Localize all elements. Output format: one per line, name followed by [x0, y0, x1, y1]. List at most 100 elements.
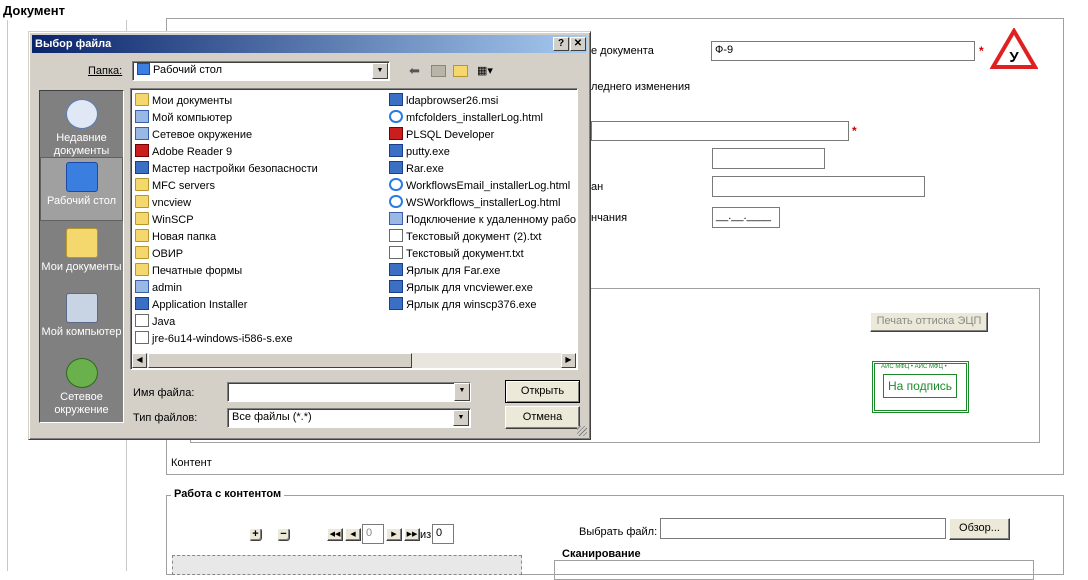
file-item[interactable]: WorkflowsEmail_installerLog.html	[389, 178, 570, 194]
file-item[interactable]: vncview	[135, 195, 191, 211]
place-recent[interactable]: Недавние документы	[40, 95, 123, 159]
prev-page-button[interactable]: ◀	[345, 528, 361, 541]
folder-file-icon	[135, 212, 149, 225]
places-bar: Недавние документы Рабочий стол Мои доку…	[39, 90, 124, 423]
filetype-select[interactable]: Все файлы (*.*) ▼	[227, 408, 471, 428]
file-list[interactable]: Мои документы Мой компьютер Сетевое окруже…	[130, 88, 578, 370]
doc-name-field[interactable]: Ф-9	[711, 41, 975, 61]
filename-dropdown-icon[interactable]: ▼	[454, 383, 470, 401]
place-network[interactable]: Сетевое окружение	[40, 354, 123, 418]
scan-legend: Сканирование	[559, 548, 644, 560]
new-folder-icon[interactable]	[453, 65, 468, 77]
file-item[interactable]: Мои документы	[135, 93, 232, 109]
file-item-name: Ярлык для winscp376.exe	[406, 299, 537, 311]
name-field[interactable]	[591, 121, 849, 141]
file-dialog: Выбор файла ? ✕ Папка: Рабочий стол ▼ ⬅ …	[28, 31, 591, 440]
file-item[interactable]: Adobe Reader 9	[135, 144, 232, 160]
folder-select[interactable]: Рабочий стол ▼	[132, 61, 390, 81]
file-item[interactable]: PLSQL Developer	[389, 127, 494, 143]
file-item[interactable]: Подключение к удаленному рабо	[389, 212, 576, 228]
file-item[interactable]: ОВИР	[135, 246, 183, 262]
cancel-button[interactable]: Отмена	[505, 406, 580, 429]
required-mark: *	[979, 44, 984, 58]
last-page-button[interactable]: ▶▶	[404, 528, 420, 541]
dialog-titlebar[interactable]: Выбор файла ? ✕	[32, 35, 587, 53]
issued-field[interactable]	[712, 176, 925, 197]
place-my-computer[interactable]: Мой компьютер	[40, 289, 123, 353]
filename-field[interactable]	[227, 382, 471, 402]
place-desktop-label: Рабочий стол	[46, 195, 117, 207]
file-item[interactable]: Мастер настройки безопасности	[135, 161, 318, 177]
close-button[interactable]: ✕	[570, 37, 586, 51]
up-folder-icon[interactable]	[431, 65, 446, 77]
file-item[interactable]: Ярлык для winscp376.exe	[389, 297, 537, 313]
file-item[interactable]: putty.exe	[389, 144, 450, 160]
file-item[interactable]: WinSCP	[135, 212, 194, 228]
page-number-field[interactable]: 0	[362, 524, 384, 544]
required-mark-2: *	[852, 124, 857, 138]
file-item[interactable]: ldapbrowser26.msi	[389, 93, 498, 109]
exe-file-icon	[389, 263, 403, 276]
first-page-button[interactable]: ◀◀	[327, 528, 343, 541]
view-menu-icon[interactable]: ▦▾	[477, 65, 497, 77]
zoom-in-button[interactable]: +	[249, 528, 262, 541]
scroll-thumb[interactable]	[148, 353, 412, 368]
chevron-down-icon[interactable]: ▼	[372, 63, 388, 79]
folder-file-icon	[135, 263, 149, 276]
file-item[interactable]: Ярлык для Far.exe	[389, 263, 500, 279]
filetype-chevron-down-icon[interactable]: ▼	[453, 410, 469, 426]
filename-label: Имя файла:	[133, 387, 195, 399]
network-icon	[65, 358, 98, 388]
file-item[interactable]: WSWorkflows_installerLog.html	[389, 195, 560, 211]
folder-file-icon	[135, 229, 149, 242]
number-field[interactable]	[712, 148, 825, 169]
badge-letter: У	[1009, 49, 1019, 66]
file-item[interactable]: mfcfolders_installerLog.html	[389, 110, 543, 126]
file-item[interactable]: Java	[135, 314, 175, 330]
desktop-icon	[137, 63, 150, 75]
scroll-right-icon[interactable]: ▶	[561, 353, 576, 368]
choose-file-field[interactable]	[660, 518, 946, 539]
file-item-name: Мастер настройки безопасности	[152, 163, 318, 175]
file-item[interactable]: Мой компьютер	[135, 110, 232, 126]
folder-file-icon	[135, 93, 149, 106]
file-item-name: Ярлык для Far.exe	[406, 265, 501, 277]
place-my-computer-label: Мой компьютер	[41, 326, 122, 338]
file-item[interactable]: Сетевое окружение	[135, 127, 252, 143]
file-item[interactable]: Текстовый документ.txt	[389, 246, 524, 262]
sys-file-icon	[389, 212, 403, 225]
file-item[interactable]: Application Installer	[135, 297, 247, 313]
file-item[interactable]: Печатные формы	[135, 263, 242, 279]
next-page-button[interactable]: ▶	[386, 528, 402, 541]
help-button[interactable]: ?	[553, 37, 569, 51]
file-item-name: mfcfolders_installerLog.html	[406, 112, 543, 124]
file-item[interactable]: Текстовый документ (2).txt	[389, 229, 541, 245]
resize-grip-icon[interactable]	[577, 426, 587, 436]
sign-print-button[interactable]: Печать оттиска ЭЦП	[870, 312, 988, 332]
page-title: Документ	[3, 3, 65, 18]
file-item[interactable]: Ярлык для vncviewer.exe	[389, 280, 533, 296]
file-item[interactable]: jre-6u14-windows-i586-s.exe	[135, 331, 293, 347]
file-item-name: WorkflowsEmail_installerLog.html	[406, 180, 571, 192]
horizontal-scrollbar[interactable]: ◀ ▶	[132, 353, 576, 368]
scroll-left-icon[interactable]: ◀	[132, 353, 147, 368]
file-item-name: Adobe Reader 9	[152, 146, 233, 158]
file-item[interactable]: Новая папка	[135, 229, 216, 245]
open-button[interactable]: Открыть	[505, 380, 580, 403]
browse-button[interactable]: Обзор...	[949, 518, 1010, 540]
place-desktop[interactable]: Рабочий стол	[40, 157, 123, 221]
back-icon[interactable]: ⬅	[409, 64, 420, 78]
file-item[interactable]: Rar.exe	[389, 161, 444, 177]
folder-select-value: Рабочий стол	[153, 64, 223, 76]
zoom-out-button[interactable]: −	[277, 528, 290, 541]
place-my-documents[interactable]: Мои документы	[40, 224, 123, 288]
file-item[interactable]: MFC servers	[135, 178, 215, 194]
end-date-field[interactable]: __.__.____	[712, 207, 780, 228]
stamp-inner: На подпись	[883, 374, 957, 398]
file-item-name: Rar.exe	[406, 163, 444, 175]
exe-file-icon	[389, 144, 403, 157]
sys-file-icon	[135, 110, 149, 123]
folder-file-icon	[135, 195, 149, 208]
doc-file-icon	[135, 314, 149, 327]
file-item[interactable]: admin	[135, 280, 182, 296]
